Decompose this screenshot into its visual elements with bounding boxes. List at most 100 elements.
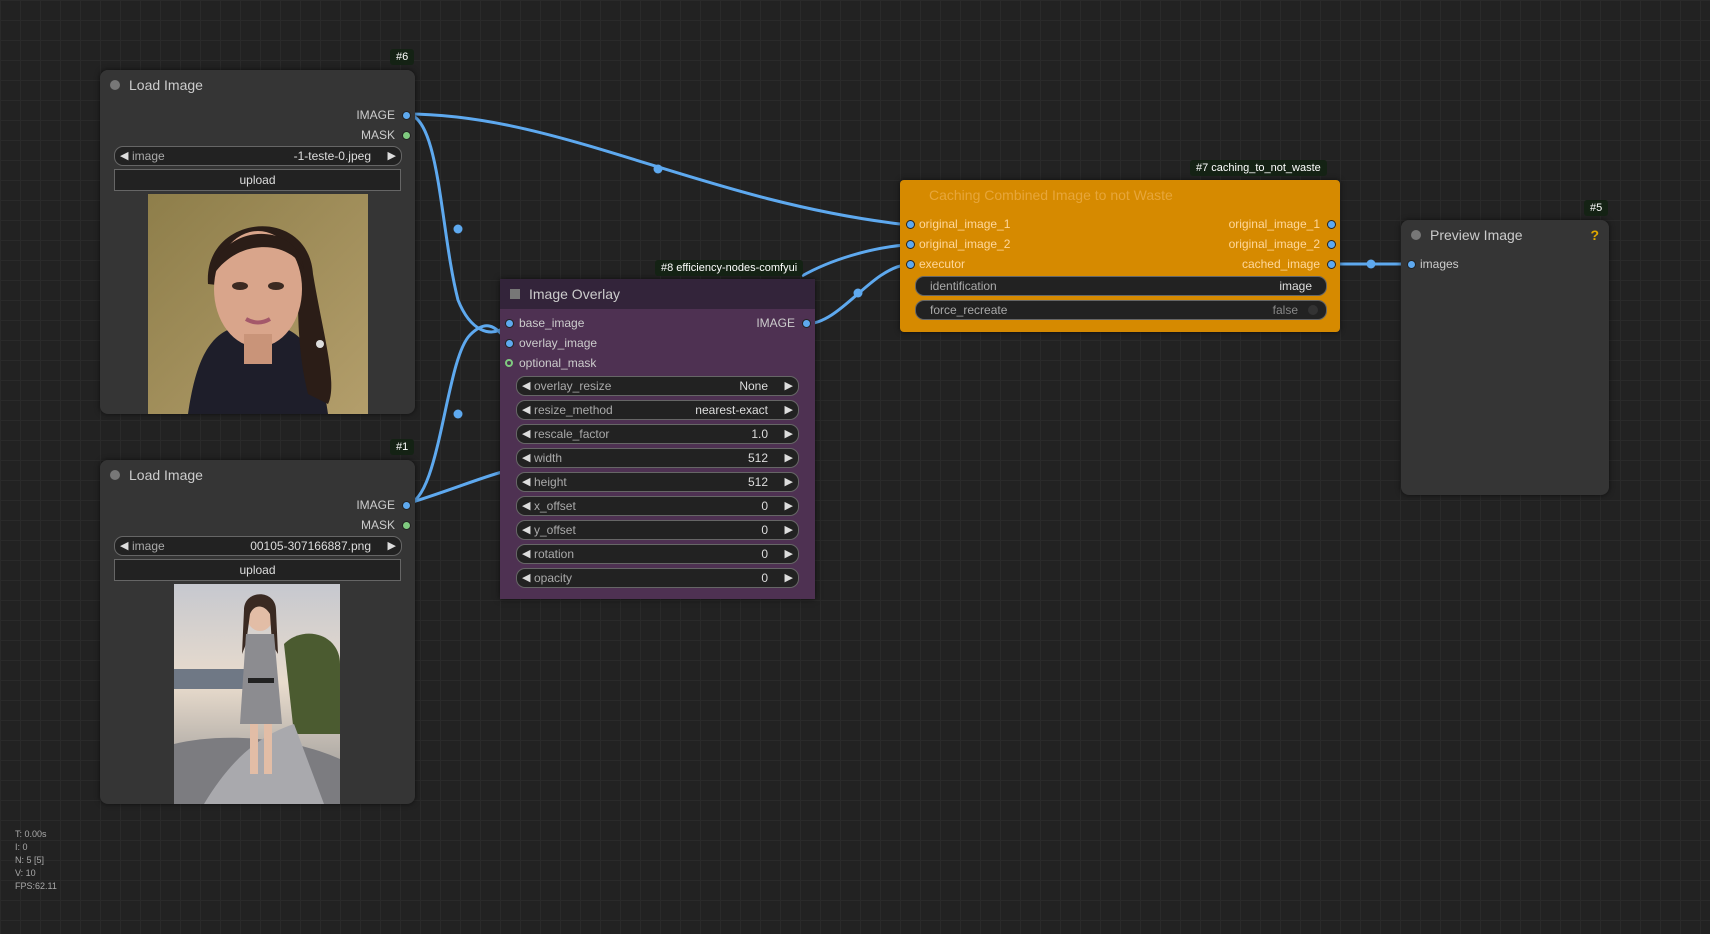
arrow-left-icon[interactable]: ◀	[522, 449, 530, 467]
link-load1-to-overlay	[405, 324, 510, 506]
node-title-bar[interactable]: Load Image	[100, 460, 415, 490]
load-image-node-1[interactable]: Load Image IMAGE MASK ◀ image 00105-3071…	[100, 460, 415, 804]
node-title-bar[interactable]: Image Overlay	[500, 279, 815, 309]
image-preview-woman-walking-outdoors	[174, 584, 340, 804]
input-slot-optional-mask: optional_mask	[519, 356, 597, 370]
input-slot-executor: executor	[919, 257, 966, 271]
widget-label: image	[132, 539, 165, 553]
node-id-badge: #5	[1584, 200, 1609, 216]
collapse-dot-icon[interactable]	[110, 470, 120, 480]
arrow-right-icon[interactable]: ▶	[785, 473, 793, 491]
widget-value: 0	[761, 523, 768, 537]
input-slot-overlay-image: overlay_image	[519, 336, 598, 350]
widget-label: image	[132, 149, 165, 163]
output-dot-icon[interactable]	[402, 501, 411, 510]
arrow-right-icon[interactable]: ▶	[785, 545, 793, 563]
arrow-left-icon[interactable]: ◀	[522, 473, 530, 491]
preview-image-node[interactable]: Preview Image ? images	[1401, 220, 1609, 495]
output-dot-icon[interactable]	[402, 131, 411, 140]
link-load1-tail	[405, 470, 503, 506]
arrow-left-icon[interactable]: ◀	[522, 545, 530, 563]
link-overlay-to-caching-executor	[805, 263, 906, 326]
arrow-right-icon[interactable]: ▶	[388, 147, 396, 165]
reroute-dot	[453, 224, 463, 234]
link-overlay-badge-to-caching	[801, 243, 906, 278]
upload-button[interactable]: upload	[114, 169, 401, 191]
arrow-left-icon[interactable]: ◀	[522, 425, 530, 443]
widget-label: overlay_resize	[534, 379, 612, 393]
stat-nodes: N: 5 [5]	[15, 855, 45, 865]
toggle-off-icon[interactable]	[1308, 305, 1318, 315]
width-widget[interactable]: ◀ width 512 ▶	[516, 448, 799, 468]
widget-label: width	[534, 451, 563, 465]
node-id-badge: #1	[390, 439, 415, 455]
rotation-widget[interactable]: ◀ rotation 0 ▶	[516, 544, 799, 564]
output-dot-icon[interactable]	[1327, 220, 1336, 229]
input-dot-icon[interactable]	[906, 240, 915, 249]
arrow-right-icon[interactable]: ▶	[785, 569, 793, 587]
image-combo-widget[interactable]: ◀ image -1-teste-0.jpeg ▶	[114, 146, 402, 166]
arrow-right-icon[interactable]: ▶	[785, 377, 793, 395]
overlay-resize-widget[interactable]: ◀ overlay_resize None ▶	[516, 376, 799, 396]
image-overlay-node[interactable]: Image Overlay base_image overlay_image o…	[500, 279, 815, 599]
input-dot-icon[interactable]	[906, 220, 915, 229]
node-title: Load Image	[129, 77, 203, 93]
widget-value: 0	[761, 571, 768, 585]
node-id-badge: #7 caching_to_not_waste	[1190, 160, 1327, 176]
widget-label: rescale_factor	[534, 427, 610, 441]
arrow-right-icon[interactable]: ▶	[785, 497, 793, 515]
resize-method-widget[interactable]: ◀ resize_method nearest-exact ▶	[516, 400, 799, 420]
output-dot-icon[interactable]	[802, 319, 811, 328]
caching-node[interactable]: Caching Combined Image to not Waste orig…	[900, 180, 1340, 332]
arrow-left-icon[interactable]: ◀	[120, 147, 128, 165]
arrow-left-icon[interactable]: ◀	[522, 569, 530, 587]
widget-value: 512	[747, 451, 768, 465]
output-dot-icon[interactable]	[1327, 260, 1336, 269]
arrow-right-icon[interactable]: ▶	[785, 521, 793, 539]
arrow-left-icon[interactable]: ◀	[522, 377, 530, 395]
image-combo-widget[interactable]: ◀ image 00105-307166887.png ▶	[114, 536, 402, 556]
x-offset-widget[interactable]: ◀ x_offset 0 ▶	[516, 496, 799, 516]
output-dot-icon[interactable]	[1327, 240, 1336, 249]
node-title: Caching Combined Image to not Waste	[929, 187, 1173, 203]
node-title-bar[interactable]: Load Image	[100, 70, 415, 100]
arrow-left-icon[interactable]: ◀	[522, 401, 530, 419]
arrow-left-icon[interactable]: ◀	[522, 497, 530, 515]
output-slot-mask: MASK	[360, 128, 395, 142]
arrow-right-icon[interactable]: ▶	[388, 537, 396, 555]
collapse-dot-icon[interactable]	[1411, 230, 1421, 240]
rescale-factor-widget[interactable]: ◀ rescale_factor 1.0 ▶	[516, 424, 799, 444]
arrow-left-icon[interactable]: ◀	[522, 521, 530, 539]
collapse-square-icon[interactable]	[510, 289, 520, 299]
collapse-dot-icon[interactable]	[110, 80, 120, 90]
input-dot-icon[interactable]	[906, 260, 915, 269]
reroute-dot	[1366, 259, 1376, 269]
arrow-right-icon[interactable]: ▶	[785, 425, 793, 443]
output-dot-icon[interactable]	[402, 521, 411, 530]
arrow-right-icon[interactable]: ▶	[785, 401, 793, 419]
input-dot-icon[interactable]	[505, 319, 514, 328]
image-preview-woman-portrait	[148, 194, 368, 414]
input-dot-icon[interactable]	[505, 359, 513, 367]
widget-value: 0	[761, 499, 768, 513]
input-dot-icon[interactable]	[1407, 260, 1416, 269]
arrow-right-icon[interactable]: ▶	[785, 449, 793, 467]
upload-button[interactable]: upload	[114, 559, 401, 581]
help-icon[interactable]: ?	[1590, 220, 1599, 250]
reroute-dot	[853, 288, 863, 298]
output-dot-icon[interactable]	[402, 111, 411, 120]
widget-value: 0	[761, 547, 768, 561]
load-image-node-6[interactable]: Load Image IMAGE MASK ◀ image -1-teste-0…	[100, 70, 415, 414]
output-slot-original-image-2: original_image_2	[1228, 237, 1320, 251]
node-title-bar[interactable]: Caching Combined Image to not Waste	[900, 180, 1340, 210]
node-title-bar[interactable]: Preview Image ?	[1401, 220, 1609, 250]
force-recreate-toggle[interactable]: force_recreate false	[915, 300, 1327, 320]
input-dot-icon[interactable]	[505, 339, 514, 348]
height-widget[interactable]: ◀ height 512 ▶	[516, 472, 799, 492]
identification-text-widget[interactable]: identification image	[915, 276, 1327, 296]
y-offset-widget[interactable]: ◀ y_offset 0 ▶	[516, 520, 799, 540]
node-title: Load Image	[129, 467, 203, 483]
opacity-widget[interactable]: ◀ opacity 0 ▶	[516, 568, 799, 588]
arrow-left-icon[interactable]: ◀	[120, 537, 128, 555]
widget-value: 512	[747, 475, 768, 489]
